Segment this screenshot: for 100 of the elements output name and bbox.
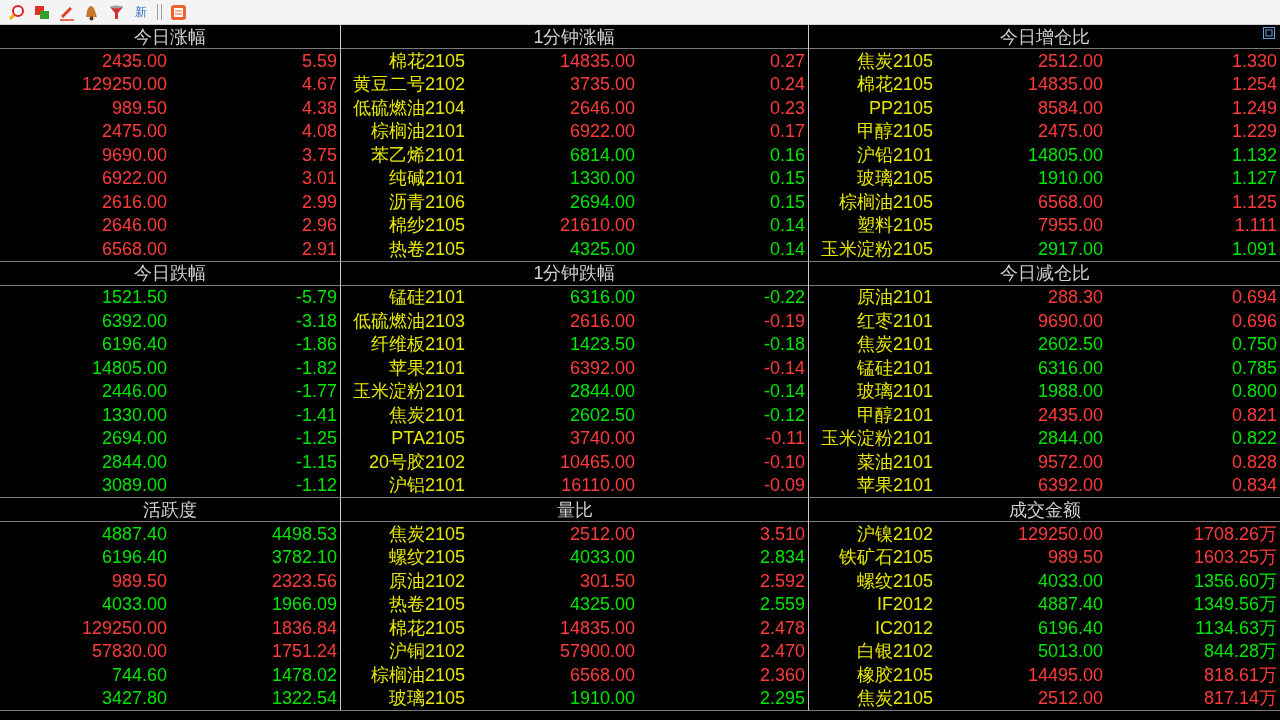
price-cell-text: 9690.00 — [100, 145, 167, 164]
value-cell-text: 3.75 — [300, 145, 338, 164]
value-cell-text: 1.132 — [1230, 145, 1278, 164]
contract-name: 螺纹2105 — [387, 548, 465, 567]
value-cell-text: 1.254 — [1230, 75, 1278, 94]
contract-name: 红枣2101 — [855, 311, 933, 330]
value-cell-text: 0.24 — [768, 75, 806, 94]
price-cell-text: 7955.00 — [1036, 216, 1103, 235]
value-cell-text: -1.41 — [294, 405, 338, 424]
price-cell-text: 14805.00 — [1026, 145, 1103, 164]
value-cell-text: 818.61万 — [1202, 665, 1278, 684]
value-cell-text: -0.22 — [762, 288, 806, 307]
value-cell-text: 4.08 — [300, 122, 338, 141]
price-cell-text: 14835.00 — [558, 51, 635, 70]
value-cell-text: 2.470 — [758, 642, 806, 661]
contract-name: 甲醇2105 — [855, 122, 933, 141]
bell-icon[interactable] — [83, 3, 100, 21]
price-cell-text: 2844.00 — [100, 452, 167, 471]
value-cell-text: 0.696 — [1230, 311, 1278, 330]
contract-name: 焦炭2105 — [855, 689, 933, 708]
price-cell-text: 6316.00 — [1036, 358, 1103, 377]
contract-name: 沪镍2102 — [855, 524, 933, 543]
new-button[interactable]: 新 — [133, 6, 149, 18]
search-icon[interactable] — [8, 3, 25, 21]
contract-name: 黄豆二号2102 — [351, 75, 465, 94]
value-cell-text: 1356.60万 — [1192, 571, 1278, 590]
value-cell-text: 1603.25万 — [1192, 548, 1278, 567]
price-cell-text: 6196.40 — [1036, 618, 1103, 637]
contract-name: 苹果2101 — [387, 358, 465, 377]
price-cell-text: 2602.50 — [1036, 335, 1103, 354]
contract-name: 玉米淀粉2101 — [819, 429, 933, 448]
value-cell-text: 5.59 — [300, 51, 338, 70]
value-cell-text: 1.330 — [1230, 51, 1278, 70]
panel-title: 量比 — [556, 500, 593, 519]
funnel-icon[interactable] — [108, 3, 125, 21]
contract-name: 玻璃2105 — [387, 689, 465, 708]
value-cell-text: 2.96 — [300, 216, 338, 235]
contract-name: 玻璃2101 — [855, 382, 933, 401]
price-cell-text: 1423.50 — [568, 335, 635, 354]
price-cell-text: 989.50 — [110, 98, 167, 117]
contract-name: 塑料2105 — [855, 216, 933, 235]
value-cell-text: 0.27 — [768, 51, 806, 70]
price-cell-text: 2602.50 — [568, 405, 635, 424]
value-cell-text: 817.14万 — [1202, 689, 1278, 708]
price-cell-text: 2616.00 — [100, 192, 167, 211]
contract-name: 棕榈油2105 — [369, 665, 465, 684]
value-cell-text: 2.559 — [758, 595, 806, 614]
contract-name: IF2012 — [875, 595, 933, 614]
value-cell-text: 2.592 — [758, 571, 806, 590]
value-cell-text: -0.09 — [762, 476, 806, 495]
contract-name: 甲醇2101 — [855, 405, 933, 424]
contract-name: PP2105 — [867, 98, 933, 117]
value-cell-text: 0.834 — [1230, 476, 1278, 495]
contract-name: 沪铜2102 — [387, 642, 465, 661]
price-cell-text: 2694.00 — [100, 429, 167, 448]
contract-name: 焦炭2101 — [855, 335, 933, 354]
contract-name: 铁矿石2105 — [837, 548, 933, 567]
price-cell-text: 989.50 — [1046, 548, 1103, 567]
contract-name: 低硫燃油2104 — [351, 98, 465, 117]
value-cell-text: -1.12 — [294, 476, 338, 495]
price-cell-text: 10465.00 — [558, 452, 635, 471]
panel-title: 今日增仓比 — [999, 27, 1090, 46]
value-cell-text: 0.23 — [768, 98, 806, 117]
value-cell-text: 0.821 — [1230, 405, 1278, 424]
price-cell-text: 129250.00 — [1016, 524, 1103, 543]
contract-name: 焦炭2105 — [387, 524, 465, 543]
price-cell-text: 2475.00 — [1036, 122, 1103, 141]
value-cell-text: 1349.56万 — [1192, 595, 1278, 614]
value-cell-text: -0.18 — [762, 335, 806, 354]
value-cell-text: 1.125 — [1230, 192, 1278, 211]
price-cell-text: 9690.00 — [1036, 311, 1103, 330]
value-cell-text: 1.111 — [1233, 216, 1278, 235]
price-cell-text: 57900.00 — [558, 642, 635, 661]
windows-icon[interactable] — [33, 3, 50, 21]
value-cell-text: 1836.84 — [270, 618, 338, 637]
value-cell-text: -0.14 — [762, 382, 806, 401]
value-cell-text: 0.828 — [1230, 452, 1278, 471]
contract-name: 锰硅2101 — [855, 358, 933, 377]
price-cell-text: 2512.00 — [568, 524, 635, 543]
contract-name: 沥青2106 — [387, 192, 465, 211]
price-cell-text: 5013.00 — [1036, 642, 1103, 661]
price-cell-text: 2844.00 — [568, 382, 635, 401]
price-cell-text: 288.30 — [1046, 288, 1103, 307]
value-cell-text: -0.19 — [762, 311, 806, 330]
price-cell-text: 1330.00 — [100, 405, 167, 424]
price-cell-text: 1521.50 — [100, 288, 167, 307]
price-cell-text: 129250.00 — [80, 618, 167, 637]
value-cell-text: -3.18 — [294, 311, 338, 330]
panel-title: 今日涨幅 — [134, 27, 206, 46]
price-cell-text: 6568.00 — [568, 665, 635, 684]
contract-name: 纤维板2101 — [369, 335, 465, 354]
price-cell-text: 3735.00 — [568, 75, 635, 94]
price-cell-text: 6392.00 — [568, 358, 635, 377]
restore-icon[interactable] — [1263, 27, 1275, 39]
price-cell-text: 744.60 — [110, 665, 167, 684]
value-cell-text: -1.86 — [294, 335, 338, 354]
price-cell-text: 2512.00 — [1036, 51, 1103, 70]
value-cell-text: 2.99 — [300, 192, 338, 211]
price-cell-text: 2512.00 — [1036, 689, 1103, 708]
price-cell-text: 2435.00 — [1036, 405, 1103, 424]
